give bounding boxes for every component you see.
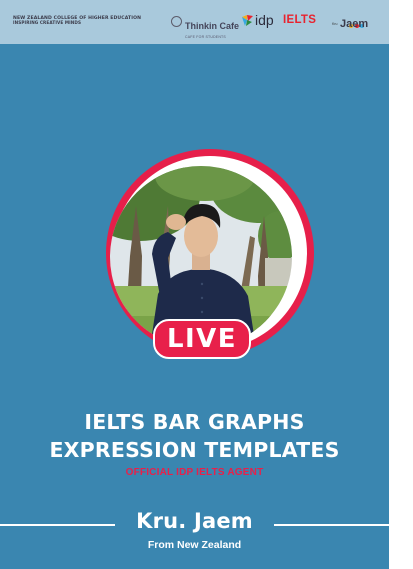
logo-bar: NEW ZEALAND COLLEGE OF HIGHER EDUCATION …: [0, 0, 389, 44]
live-badge: LIVE: [153, 319, 251, 359]
idp-logo-icon: [242, 15, 253, 26]
krujaem-logo: Kru Jaem: [331, 13, 375, 33]
poster: NEW ZEALAND COLLEGE OF HIGHER EDUCATION …: [0, 0, 389, 569]
idp-logo: idp: [241, 13, 274, 27]
idp-text: idp: [255, 12, 274, 28]
title-line-2: EXPRESSION TEMPLATES: [49, 438, 340, 462]
thinkin-cafe-name: Thinkin Cafe: [185, 21, 240, 31]
ielts-logo: IELTS: [283, 14, 317, 26]
college-tagline: INSPIRING CREATIVE MINDS: [13, 20, 82, 26]
thinkin-cafe-tagline: CAFE FOR STUDENTS: [185, 35, 226, 39]
krujaem-logo-small: Kru: [332, 22, 338, 26]
college-logo: NEW ZEALAND COLLEGE OF HIGHER EDUCATION …: [13, 16, 141, 26]
agent-subtitle: OFFICIAL IDP IELTS AGENT: [125, 467, 264, 478]
krujaem-logo-text: Jaem: [340, 18, 369, 30]
title-line-1: IELTS BAR GRAPHS: [84, 410, 305, 434]
thinkin-cafe-logo-icon: [171, 16, 182, 27]
presenter-name: Kru. Jaem: [136, 509, 253, 533]
presenter-origin: From New Zealand: [147, 539, 242, 551]
thinkin-cafe-logo: Thinkin Cafe CAFE FOR STUDENTS: [171, 14, 239, 39]
